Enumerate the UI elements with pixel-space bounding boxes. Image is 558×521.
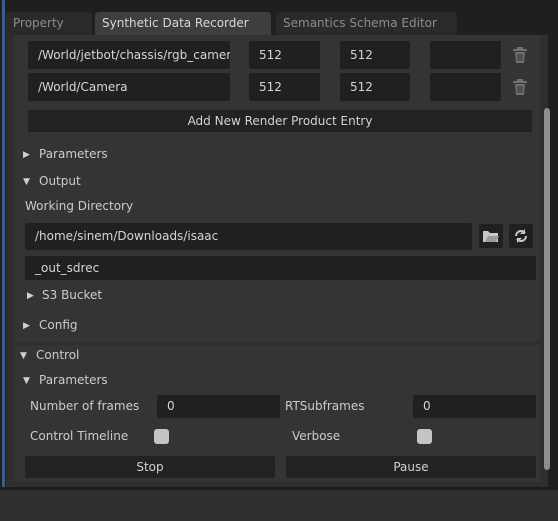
- triangle-right-icon[interactable]: ▶: [23, 149, 30, 161]
- control-header[interactable]: Control: [36, 348, 79, 362]
- triangle-down-icon[interactable]: ▼: [20, 350, 27, 362]
- render-product-height-field[interactable]: 512: [340, 73, 410, 101]
- folder-icon[interactable]: [479, 224, 503, 248]
- tab-semantics-schema-editor[interactable]: Semantics Schema Editor: [276, 12, 457, 35]
- triangle-down-icon[interactable]: ▼: [23, 375, 30, 387]
- triangle-right-icon[interactable]: ▶: [23, 320, 30, 332]
- render-product-extra-field[interactable]: [430, 41, 501, 69]
- tab-bar: Property Synthetic Data Recorder Semanti…: [6, 0, 548, 35]
- control-timeline-label: Control Timeline: [30, 429, 129, 443]
- verbose-checkbox[interactable]: [417, 429, 432, 444]
- parameters-header[interactable]: Parameters: [39, 147, 108, 161]
- render-product-path-field[interactable]: /World/jetbot/chassis/rgb_camera: [28, 41, 230, 69]
- num-frames-field[interactable]: 0: [157, 395, 280, 418]
- rt-subframes-field[interactable]: 0: [413, 395, 536, 418]
- render-product-width-field[interactable]: 512: [249, 73, 320, 101]
- tab-property[interactable]: Property: [6, 12, 92, 35]
- bottom-bar: [0, 487, 558, 521]
- render-product-extra-field[interactable]: [430, 73, 501, 101]
- control-parameters-header[interactable]: Parameters: [39, 373, 108, 387]
- refresh-icon[interactable]: [509, 224, 533, 248]
- left-accent-bar: [2, 0, 5, 521]
- vertical-scrollbar[interactable]: [544, 108, 550, 470]
- working-directory-label: Working Directory: [25, 199, 134, 213]
- trash-icon[interactable]: [510, 76, 530, 98]
- render-product-height-field[interactable]: 512: [340, 41, 410, 69]
- control-timeline-checkbox[interactable]: [154, 429, 169, 444]
- triangle-down-icon[interactable]: ▼: [23, 176, 30, 188]
- num-frames-label: Number of frames: [30, 399, 140, 413]
- stop-button[interactable]: Stop: [25, 456, 275, 478]
- render-product-path-field[interactable]: /World/Camera: [28, 73, 230, 101]
- verbose-label: Verbose: [292, 429, 341, 443]
- triangle-right-icon[interactable]: ▶: [27, 290, 34, 302]
- output-folder-field[interactable]: _out_sdrec: [25, 256, 536, 280]
- pause-button[interactable]: Pause: [286, 456, 536, 478]
- trash-icon[interactable]: [510, 44, 530, 66]
- rt-subframes-label: RTSubframes: [285, 399, 365, 413]
- config-header[interactable]: Config: [39, 318, 78, 332]
- tab-synthetic-data-recorder[interactable]: Synthetic Data Recorder: [95, 12, 271, 35]
- render-product-width-field[interactable]: 512: [249, 41, 320, 69]
- s3-bucket-header[interactable]: S3 Bucket: [42, 288, 102, 302]
- working-directory-field[interactable]: /home/sinem/Downloads/isaac: [25, 223, 472, 250]
- add-render-product-button[interactable]: Add New Render Product Entry: [28, 110, 532, 132]
- output-header[interactable]: Output: [39, 174, 81, 188]
